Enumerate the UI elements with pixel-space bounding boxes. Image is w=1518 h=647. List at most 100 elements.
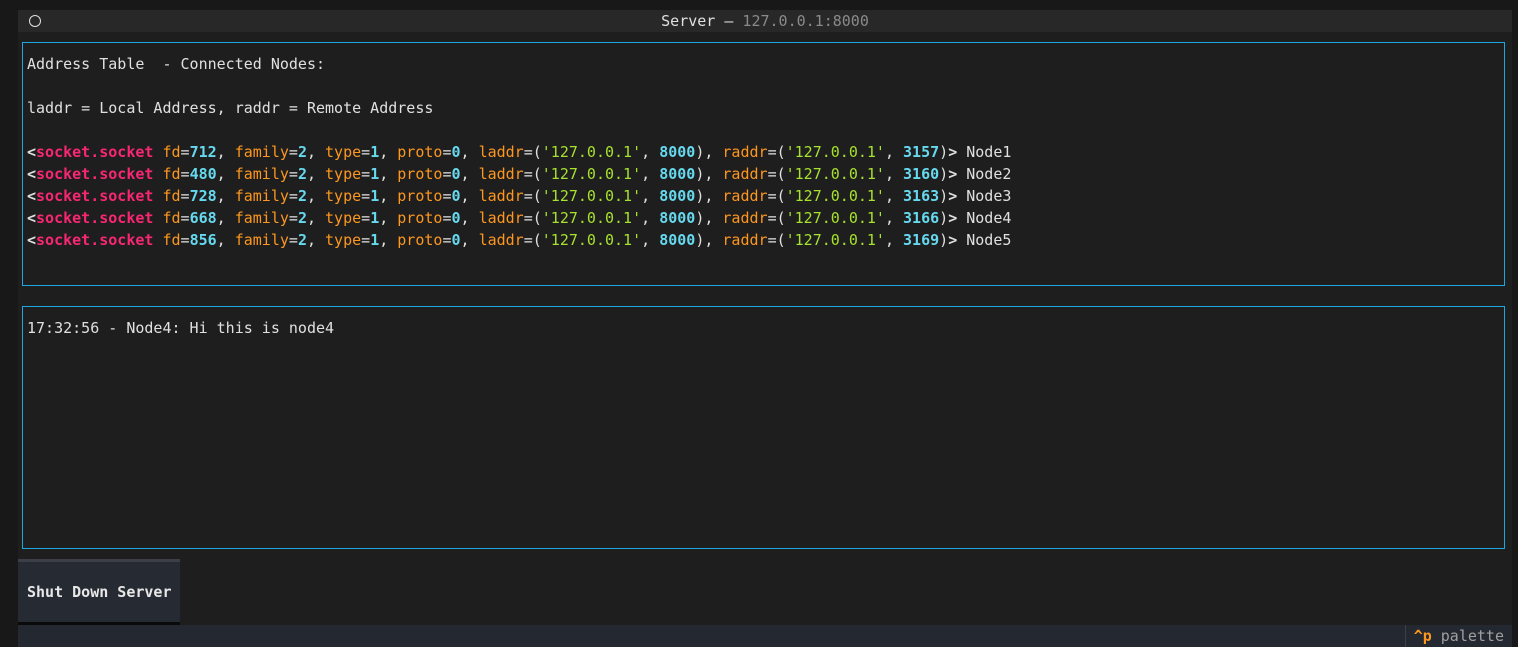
socket-raddr-ip: '127.0.0.1': [785, 231, 885, 249]
syntax-token: proto: [397, 209, 443, 227]
socket-fd: 856: [189, 231, 217, 249]
syntax-token: =: [180, 231, 190, 249]
syntax-token: type: [325, 187, 362, 205]
socket-family: 2: [297, 143, 307, 161]
syntax-token: raddr: [722, 143, 768, 161]
syntax-token: laddr: [478, 231, 524, 249]
syntax-token: <: [27, 231, 37, 249]
syntax-token: ,: [460, 209, 479, 227]
syntax-token: raddr: [722, 209, 768, 227]
socket-type: 1: [370, 143, 380, 161]
syntax-token: socket.socket: [36, 209, 154, 227]
address-legend: laddr = Local Address, raddr = Remote Ad…: [27, 99, 434, 117]
syntax-token: ,: [306, 231, 326, 249]
socket-raddr-port: 3160: [903, 165, 940, 183]
socket-fd: 668: [189, 209, 217, 227]
socket-type: 1: [370, 187, 380, 205]
socket-raddr-port: 3157: [903, 143, 940, 161]
syntax-token: family: [234, 165, 289, 183]
syntax-token: >: [948, 209, 958, 227]
socket-family: 2: [297, 187, 307, 205]
palette-label: palette: [1440, 627, 1504, 645]
syntax-token: ,: [306, 143, 326, 161]
syntax-token: ,: [460, 165, 479, 183]
socket-proto: 0: [451, 231, 461, 249]
syntax-token: type: [325, 143, 362, 161]
socket-fd: 728: [189, 187, 217, 205]
syntax-token: =: [361, 231, 371, 249]
syntax-token: =: [288, 209, 298, 227]
syntax-token: =: [180, 209, 190, 227]
socket-raddr-ip: '127.0.0.1': [785, 209, 885, 227]
syntax-token: raddr: [722, 231, 768, 249]
syntax-token: =(: [523, 231, 542, 249]
syntax-token: proto: [397, 231, 443, 249]
syntax-token: ,: [884, 209, 904, 227]
socket-laddr-port: 8000: [659, 143, 696, 161]
syntax-token: socket.socket: [36, 143, 154, 161]
syntax-token: fd: [162, 231, 181, 249]
syntax-token: ,: [216, 143, 235, 161]
syntax-token: =(: [767, 231, 786, 249]
footer: ^p palette: [18, 625, 1512, 647]
syntax-token: type: [325, 231, 362, 249]
syntax-token: ,: [379, 187, 398, 205]
syntax-token: ): [939, 187, 949, 205]
syntax-token: proto: [397, 187, 443, 205]
socket-type: 1: [370, 209, 380, 227]
socket-row: <socket.socket fd=856, family=2, type=1,…: [27, 229, 1500, 251]
syntax-token: =(: [523, 165, 542, 183]
syntax-token: =(: [767, 165, 786, 183]
syntax-token: proto: [397, 165, 443, 183]
syntax-token: raddr: [722, 187, 768, 205]
message-line: 17:32:56 - Node4: Hi this is node4: [27, 319, 335, 337]
socket-fd: 712: [189, 143, 217, 161]
address-table-title: Address Table - Connected Nodes:: [27, 55, 326, 73]
syntax-token: =: [288, 165, 298, 183]
socket-family: 2: [297, 231, 307, 249]
syntax-token: socket.socket: [36, 165, 154, 183]
syntax-token: <: [27, 187, 37, 205]
server-app: Server — 127.0.0.1:8000 Address Table - …: [18, 10, 1512, 647]
syntax-token: ,: [460, 231, 479, 249]
socket-node: Node3: [966, 187, 1012, 205]
command-palette-button[interactable]: ^p palette: [1404, 625, 1504, 647]
syntax-token: ,: [460, 187, 479, 205]
syntax-token: >: [948, 231, 958, 249]
palette-key: ^p: [1413, 627, 1432, 645]
syntax-token: raddr: [722, 165, 768, 183]
socket-laddr-ip: '127.0.0.1': [541, 209, 642, 227]
syntax-token: ,: [216, 165, 235, 183]
syntax-token: <: [27, 165, 37, 183]
syntax-token: ),: [695, 143, 723, 161]
syntax-token: =(: [523, 143, 542, 161]
header: Server — 127.0.0.1:8000: [18, 10, 1512, 32]
syntax-token: ),: [695, 187, 723, 205]
syntax-token: <: [27, 143, 37, 161]
syntax-token: fd: [162, 143, 181, 161]
syntax-token: ,: [379, 231, 398, 249]
syntax-token: [957, 209, 966, 227]
syntax-token: =: [180, 187, 190, 205]
socket-row: <socket.socket fd=728, family=2, type=1,…: [27, 185, 1500, 207]
syntax-token: ,: [216, 187, 235, 205]
syntax-token: fd: [162, 187, 181, 205]
shut-down-server-button[interactable]: Shut Down Server: [18, 559, 180, 625]
syntax-token: ,: [641, 187, 660, 205]
syntax-token: =: [180, 143, 190, 161]
syntax-token: ,: [884, 143, 904, 161]
circle-icon[interactable]: [29, 15, 41, 27]
socket-fd: 480: [189, 165, 217, 183]
syntax-token: =(: [767, 209, 786, 227]
syntax-token: =(: [767, 143, 786, 161]
syntax-token: ,: [884, 231, 904, 249]
socket-list: <socket.socket fd=712, family=2, type=1,…: [27, 141, 1500, 251]
syntax-token: fd: [162, 209, 181, 227]
syntax-token: ,: [641, 143, 660, 161]
socket-proto: 0: [451, 209, 461, 227]
syntax-token: ,: [884, 187, 904, 205]
syntax-token: ,: [379, 143, 398, 161]
socket-raddr-port: 3163: [903, 187, 940, 205]
socket-laddr-port: 8000: [659, 165, 696, 183]
syntax-token: ,: [216, 231, 235, 249]
